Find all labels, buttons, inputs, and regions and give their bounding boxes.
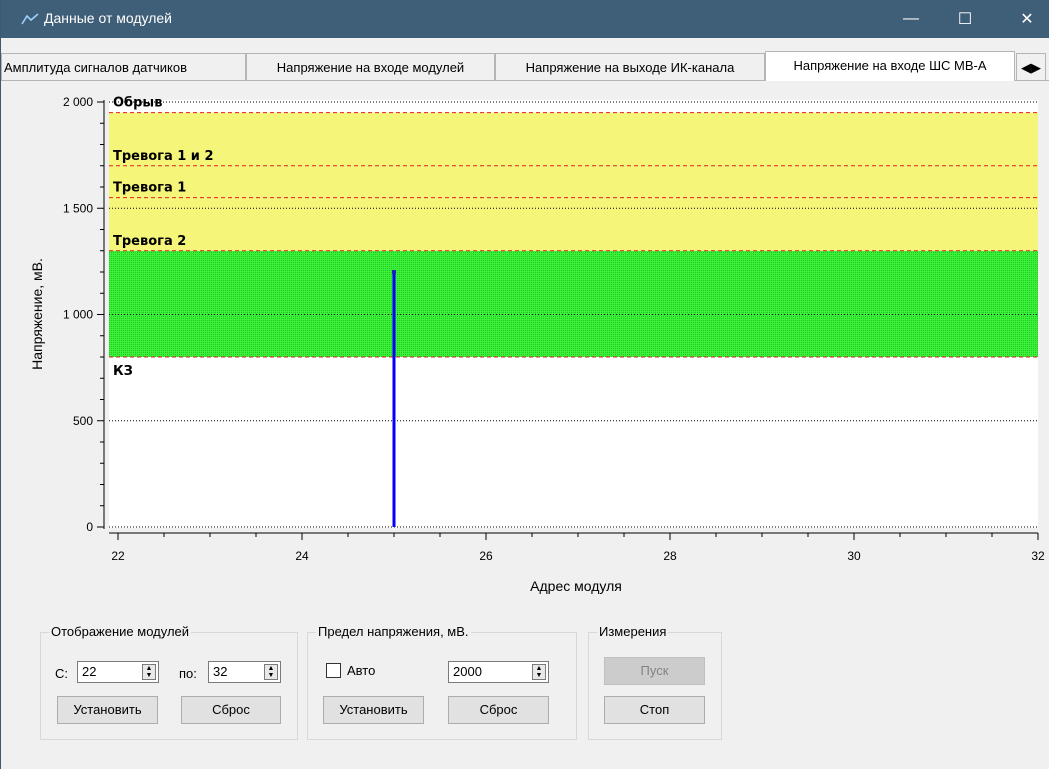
voltage-chart: Обрыв Тревога 1 и 2 Тревога 1 Тревога 2 КЗ 0… <box>29 95 1045 594</box>
start-button[interactable]: Пуск <box>604 657 705 685</box>
y-axis-label: Напряжение, мВ. <box>29 258 45 370</box>
to-label: по: <box>179 666 197 681</box>
stop-button[interactable]: Стоп <box>604 696 705 724</box>
voltage-limit-title: Предел напряжения, мВ. <box>316 624 471 639</box>
x-axis-label: Адрес модуля <box>530 578 622 594</box>
data-bars <box>392 270 396 527</box>
y-tick-label-4: 2 000 <box>63 95 93 109</box>
title-bar[interactable]: Данные от модулей — ☐ ✕ <box>1 0 1049 38</box>
x-tick-label-5: 32 <box>1031 549 1045 563</box>
x-tick-label-2: 26 <box>479 549 493 563</box>
band-1 <box>109 112 1038 251</box>
modules-display-title: Отображение модулей <box>49 624 192 639</box>
spin-arrows-icon[interactable]: ▲ ▼ <box>142 664 156 680</box>
limit-set-button[interactable]: Установить <box>323 696 424 724</box>
tab-bar: Амплитуда сигналов датчиков Напряжение н… <box>1 51 1049 81</box>
main-window: Данные от модулей — ☐ ✕ Амплитуда сигнал… <box>0 0 1049 769</box>
threshold-label-2: Тревога 1 <box>113 181 186 196</box>
maximize-button[interactable]: ☐ <box>942 0 988 38</box>
to-module-value: 32 <box>213 664 228 679</box>
voltage-limit-spinbox[interactable]: 2000 ▲ ▼ <box>448 661 549 683</box>
auto-checkbox[interactable] <box>326 663 341 678</box>
x-tick-label-3: 28 <box>663 549 677 563</box>
tab-ir-output-voltage[interactable]: Напряжение на выходе ИК-канала <box>495 53 765 81</box>
limit-reset-button[interactable]: Сброс <box>448 696 549 724</box>
voltage-limit-value: 2000 <box>453 664 482 679</box>
from-module-value: 22 <box>82 664 97 679</box>
to-module-spinbox[interactable]: 32 ▲ ▼ <box>208 661 281 683</box>
auto-label: Авто <box>347 663 376 678</box>
y-tick-label-2: 1 000 <box>63 308 93 322</box>
y-tick-label-1: 500 <box>73 414 93 428</box>
threshold-bands <box>109 112 1038 357</box>
y-ticks: 0 500 1 000 1 500 2 000 <box>63 95 104 534</box>
app-chart-icon <box>21 13 39 25</box>
modules-reset-button[interactable]: Сброс <box>181 696 281 724</box>
modules-set-button[interactable]: Установить <box>57 696 158 724</box>
threshold-label-3: Тревога 2 <box>113 234 186 249</box>
threshold-label-0: Обрыв <box>113 96 162 111</box>
close-button[interactable]: ✕ <box>1004 0 1049 38</box>
x-tick-label-0: 22 <box>111 549 125 563</box>
from-label: С: <box>55 666 68 681</box>
x-ticks: 22 24 26 28 30 32 <box>111 533 1045 563</box>
tab-loop-input-voltage[interactable]: Напряжение на входе ШС МВ-А <box>765 51 1015 81</box>
window-title: Данные от модулей <box>44 10 172 26</box>
y-tick-label-3: 1 500 <box>63 201 93 215</box>
from-module-spinbox[interactable]: 22 ▲ ▼ <box>77 661 159 683</box>
tab-scroll-arrows-icon[interactable]: ◀▶ <box>1016 53 1046 81</box>
tab-module-input-voltage[interactable]: Напряжение на входе модулей <box>246 53 495 81</box>
tab-sensor-amplitude[interactable]: Амплитуда сигналов датчиков <box>1 53 246 81</box>
x-tick-label-4: 30 <box>847 549 861 563</box>
threshold-label-1: Тревога 1 и 2 <box>113 149 214 164</box>
measurements-title: Измерения <box>597 624 669 639</box>
x-tick-label-1: 24 <box>295 549 309 563</box>
y-tick-label-0: 0 <box>86 520 93 534</box>
threshold-label-4: КЗ <box>113 364 133 379</box>
band-0 <box>109 250 1038 357</box>
spin-arrows-icon[interactable]: ▲ ▼ <box>264 664 278 680</box>
spin-arrows-icon[interactable]: ▲ ▼ <box>532 664 546 680</box>
minimize-button[interactable]: — <box>888 0 934 38</box>
bar-cap-0 <box>392 270 396 274</box>
